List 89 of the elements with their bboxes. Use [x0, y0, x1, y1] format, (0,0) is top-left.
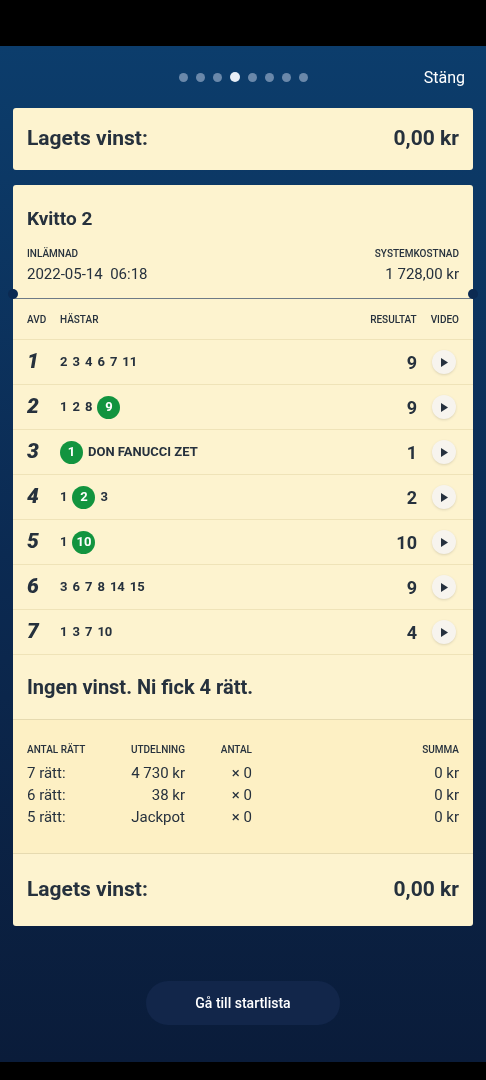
table-cell-text: 0 kr: [433, 763, 459, 784]
result-value: 2: [406, 485, 417, 510]
meta-label: INLÄMNAD: [27, 246, 80, 261]
horse-number: 1: [60, 398, 68, 417]
play-icon: [440, 357, 448, 367]
play-button[interactable]: [432, 620, 456, 644]
horse-number: 3: [100, 488, 108, 507]
table-cell-text: × 0: [230, 807, 252, 828]
winner-badge: 10: [72, 530, 96, 554]
horse-number: 2: [60, 353, 68, 372]
horse-number: 7: [84, 578, 93, 597]
winner-badge: 2: [72, 485, 96, 509]
column-header: RESULTAT: [370, 312, 417, 327]
play-button[interactable]: [432, 350, 456, 374]
table-cell-text: 0 kr: [433, 785, 459, 806]
leg-number: 4: [27, 483, 40, 511]
result-value: 9: [406, 350, 417, 375]
outcome-text: Ingen vinst. Ni fick 4 rätt.: [27, 674, 254, 701]
table-cell-text: 6 rätt:: [27, 785, 67, 806]
play-button[interactable]: [432, 440, 456, 464]
horse-number: 1: [60, 488, 68, 507]
horse-number: 10: [97, 623, 113, 642]
horse-number: 3: [72, 623, 80, 642]
play-button[interactable]: [432, 575, 456, 599]
result-value: 10: [396, 530, 417, 555]
horse-number: 3: [60, 578, 68, 597]
horse-number: 7: [109, 353, 118, 372]
horse-number: 4: [84, 353, 93, 372]
receipt-title: Kvitto 2: [27, 206, 94, 232]
meta-label: SYSTEMKOSTNAD: [374, 246, 459, 261]
result-value: 9: [406, 575, 417, 600]
leg-number: 1: [27, 348, 40, 376]
play-button[interactable]: [432, 395, 456, 419]
table-cell-text: 4 730 kr: [130, 763, 185, 784]
table-cell-text: 7 rätt:: [27, 763, 67, 784]
table-cell-text: 0 kr: [433, 807, 459, 828]
start-list-button[interactable]: Gå till startlista: [146, 981, 340, 1025]
horse-number: 7: [84, 623, 93, 642]
horse-number: 6: [97, 353, 105, 372]
horse-number: 14: [109, 578, 125, 597]
submitted-date: 2022-05-14 06:18: [27, 263, 148, 285]
system-cost: 1 728,00 kr: [385, 263, 459, 285]
notch-icon: [468, 289, 478, 299]
result-value: 1: [406, 440, 417, 465]
column-header: ANTAL RÄTT: [27, 742, 87, 757]
horse-number: 8: [84, 398, 93, 417]
team-win-label: Lagets vinst:: [27, 125, 148, 153]
play-icon: [440, 402, 448, 412]
result-value: 9: [406, 395, 417, 420]
play-icon: [440, 492, 448, 502]
horse-number: 6: [72, 578, 80, 597]
winner-badge: 1: [60, 440, 83, 464]
horse-name: DON FANUCCI ZET: [88, 443, 198, 462]
table-cell-text: × 0: [230, 763, 252, 784]
horse-number: 1: [60, 533, 68, 552]
play-icon: [440, 582, 448, 592]
table-cell-text: Jackpot: [130, 807, 185, 828]
notch-icon: [8, 289, 18, 299]
leg-number: 2: [27, 393, 40, 421]
column-header: VIDEO: [430, 312, 459, 327]
horse-number: 11: [122, 353, 138, 372]
column-header: SUMMA: [421, 743, 459, 757]
close-button[interactable]: Stäng: [423, 66, 465, 90]
play-icon: [440, 627, 448, 637]
play-icon: [440, 447, 448, 457]
team-win-value: 0,00 kr: [393, 876, 459, 904]
table-cell-text: 5 rätt:: [27, 807, 67, 828]
leg-number: 5: [27, 528, 40, 556]
horse-number: 8: [97, 578, 105, 597]
play-button[interactable]: [432, 530, 456, 554]
result-value: 4: [406, 620, 417, 645]
table-cell-text: × 0: [230, 785, 252, 806]
team-win-label: Lagets vinst:: [27, 876, 148, 904]
table-cell-text: 38 kr: [150, 785, 185, 806]
leg-number: 7: [27, 618, 41, 646]
leg-number: 6: [27, 573, 40, 601]
column-header: AVD: [27, 312, 48, 327]
horse-number: 3: [72, 353, 80, 372]
play-icon: [440, 537, 448, 547]
horse-number: 2: [72, 398, 80, 417]
play-button[interactable]: [432, 485, 456, 509]
column-header: HÄSTAR: [60, 312, 100, 327]
team-win-value: 0,00 kr: [393, 125, 459, 153]
column-header: ANTAL: [219, 743, 252, 757]
leg-number: 3: [27, 438, 40, 466]
column-header: UTDELNING: [129, 743, 185, 757]
winner-badge: 9: [97, 395, 121, 419]
horse-number: 1: [60, 623, 68, 642]
horse-number: 15: [129, 578, 145, 597]
